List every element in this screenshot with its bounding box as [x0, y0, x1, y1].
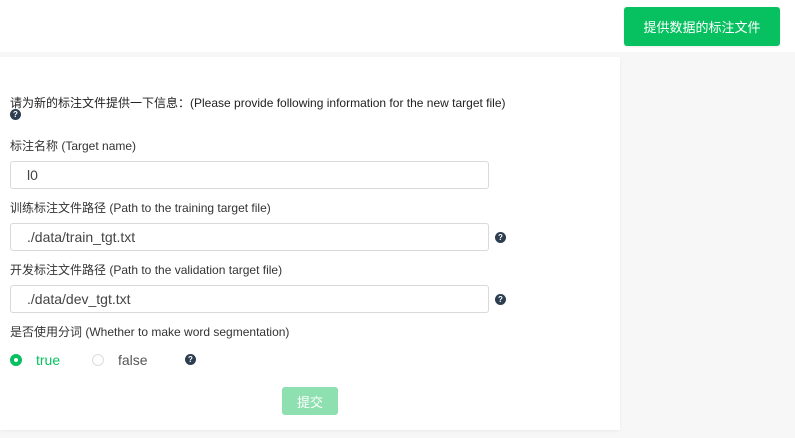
submit-button[interactable]: 提交	[282, 387, 338, 415]
train-path-help-icon[interactable]: ?	[495, 232, 506, 243]
radio-checked-icon[interactable]	[10, 354, 22, 366]
train-path-label: 训练标注文件路径 (Path to the training target fi…	[10, 201, 271, 215]
dev-path-label: 开发标注文件路径 (Path to the validation target …	[10, 263, 283, 277]
dev-path-help-icon[interactable]: ?	[495, 294, 506, 305]
segmentation-radio-false[interactable]: false	[92, 352, 148, 368]
dev-path-input[interactable]	[10, 285, 489, 313]
provide-target-file-button[interactable]: 提供数据的标注文件	[624, 7, 780, 46]
radio-false-label: false	[118, 352, 148, 368]
radio-unchecked-icon[interactable]	[92, 354, 104, 366]
segmentation-label: 是否使用分词 (Whether to make word segmentatio…	[10, 325, 290, 339]
page: 提供数据的标注文件 请为新的标注文件提供一下信息：(Please provide…	[0, 0, 795, 438]
target-file-form: 请为新的标注文件提供一下信息：(Please provide following…	[0, 57, 620, 430]
radio-true-label: true	[36, 352, 61, 368]
segmentation-radio-true[interactable]: true	[10, 352, 60, 368]
target-name-label: 标注名称 (Target name)	[10, 139, 137, 153]
form-intro-text: 请为新的标注文件提供一下信息：(Please provide following…	[10, 96, 506, 110]
train-path-input[interactable]	[10, 223, 489, 251]
help-icon[interactable]: ?	[10, 109, 21, 120]
segmentation-help-icon[interactable]: ?	[185, 354, 196, 365]
target-name-input[interactable]	[10, 161, 489, 189]
